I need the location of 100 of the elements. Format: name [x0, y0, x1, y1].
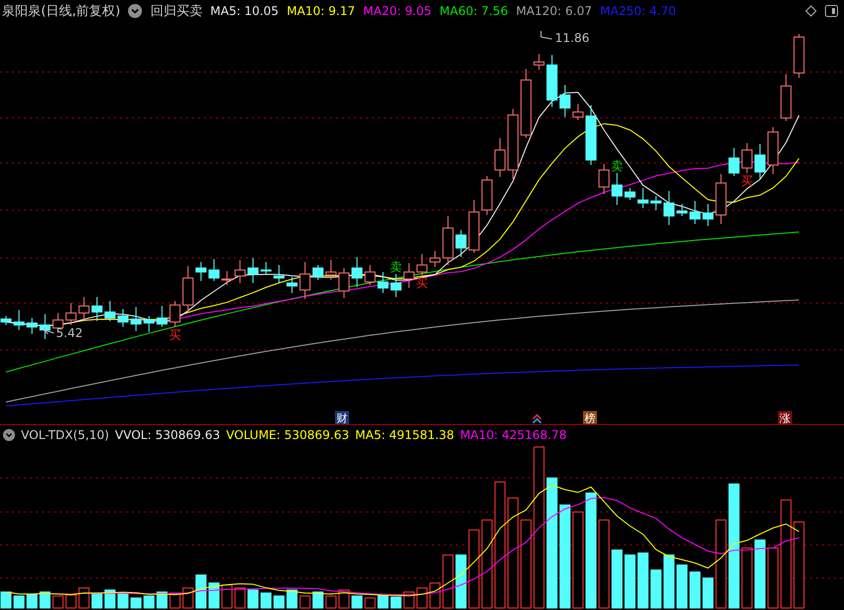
- candlestick: [286, 276, 298, 294]
- candlestick: [390, 274, 402, 298]
- candlestick: [196, 262, 206, 282]
- collapse-icon[interactable]: [3, 428, 15, 440]
- candlestick: [742, 142, 752, 174]
- volume-bar: [118, 594, 128, 608]
- candlestick: [716, 174, 726, 224]
- event-marker[interactable]: 榜: [583, 411, 597, 425]
- volume-bar: [702, 578, 714, 608]
- double-up-arrow-icon: [532, 414, 542, 424]
- buy-signal-label: 买: [169, 328, 181, 342]
- candlestick: [664, 190, 674, 226]
- volume-bar: [312, 592, 324, 608]
- candlestick: [300, 262, 310, 300]
- volume-bar: [286, 590, 298, 608]
- buy-signal-label: 买: [416, 276, 428, 290]
- candlestick: [26, 318, 38, 334]
- candlestick: [170, 300, 180, 328]
- collapse-icon[interactable]: [128, 4, 142, 18]
- candlestick: [690, 200, 700, 224]
- volume-bar: [0, 592, 12, 608]
- volume-legend: MA10: 425168.78: [460, 428, 567, 442]
- candlestick: [442, 216, 454, 266]
- volume-bar: [26, 594, 38, 608]
- panel-icon[interactable]: [825, 5, 838, 17]
- candlestick: [638, 188, 648, 208]
- volume-bar: [208, 582, 220, 608]
- candlestick: [794, 34, 804, 78]
- candlestick: [274, 264, 284, 284]
- volume-bar: [650, 570, 662, 608]
- candlestick: [676, 204, 688, 216]
- candlestick: [650, 196, 662, 210]
- candlestick: [482, 176, 492, 216]
- ma-legend: MA10: 9.17: [286, 4, 356, 18]
- candlestick: [546, 54, 558, 108]
- candlestick: [312, 264, 324, 280]
- diamond-icon[interactable]: [805, 5, 817, 17]
- candlestick: [364, 264, 376, 286]
- candlestick: [508, 108, 518, 180]
- candlestick: [78, 296, 90, 320]
- candlestick: [130, 306, 142, 332]
- candlestick: [260, 262, 272, 274]
- volume-bar: [196, 574, 206, 608]
- candlestick: [780, 74, 792, 122]
- indicator-name[interactable]: 回归买卖: [150, 2, 202, 20]
- event-marker[interactable]: 财: [335, 411, 349, 425]
- candlestick: [494, 138, 506, 178]
- candlestick: [728, 148, 740, 176]
- candlestick: [416, 254, 428, 276]
- candlestick: [40, 314, 50, 340]
- candlestick: [378, 272, 388, 294]
- candlestick: [326, 260, 336, 280]
- volume-bar: [14, 596, 24, 608]
- candlestick: [234, 260, 246, 284]
- ma-legend: MA60: 7.56: [440, 4, 508, 18]
- volume-bar: [638, 552, 648, 608]
- candlestick: [572, 104, 584, 120]
- buy-signal-label: 买: [741, 174, 753, 188]
- candlestick: [598, 164, 610, 194]
- candlestick: [182, 266, 194, 312]
- candlestick: [404, 262, 414, 288]
- volume-bar: [40, 592, 50, 608]
- volume-bar: [248, 590, 258, 608]
- candlestick: [754, 144, 766, 180]
- candlestick: [456, 230, 466, 258]
- ma-legend: MA120: 6.07: [516, 4, 592, 18]
- candlestick: [0, 316, 12, 326]
- event-marker[interactable]: 涨: [778, 411, 792, 425]
- candlestick: [208, 258, 220, 282]
- sell-signal-label: 卖: [390, 260, 402, 274]
- volume-bar: [130, 598, 142, 608]
- candlestick: [14, 310, 24, 330]
- volume-bar: [274, 596, 284, 608]
- candlestick: [702, 204, 714, 226]
- volume-indicator-name[interactable]: VOL-TDX(5,10): [21, 428, 110, 442]
- volume-bar: [352, 596, 362, 608]
- volume-bar: [104, 590, 116, 608]
- candlestick: [612, 172, 622, 206]
- candlestick: [144, 316, 154, 332]
- volume-bar: [144, 596, 154, 608]
- high-price-pointer: [540, 30, 552, 40]
- candlestick: [248, 258, 258, 284]
- volume-bar: [624, 554, 636, 608]
- candlestick: [92, 296, 102, 322]
- candlestick: [104, 300, 116, 322]
- volume-legend: VOLUME: 530869.63: [226, 428, 350, 442]
- volume-bar: [92, 594, 102, 608]
- volume-bar: [390, 596, 402, 608]
- candlestick: [352, 256, 362, 288]
- candlestick: [156, 306, 168, 328]
- candlestick: [560, 84, 570, 118]
- candlestick: [468, 200, 480, 254]
- candlestick: [430, 250, 440, 268]
- candlestick: [534, 54, 544, 70]
- ma-legend: MA20: 9.05: [363, 4, 432, 18]
- volume-bar: [664, 554, 674, 608]
- volume-bar: [456, 554, 466, 608]
- volume-bar: [754, 540, 766, 608]
- volume-legend: MA5: 491581.38: [355, 428, 454, 442]
- low-price-pointer: [44, 326, 54, 334]
